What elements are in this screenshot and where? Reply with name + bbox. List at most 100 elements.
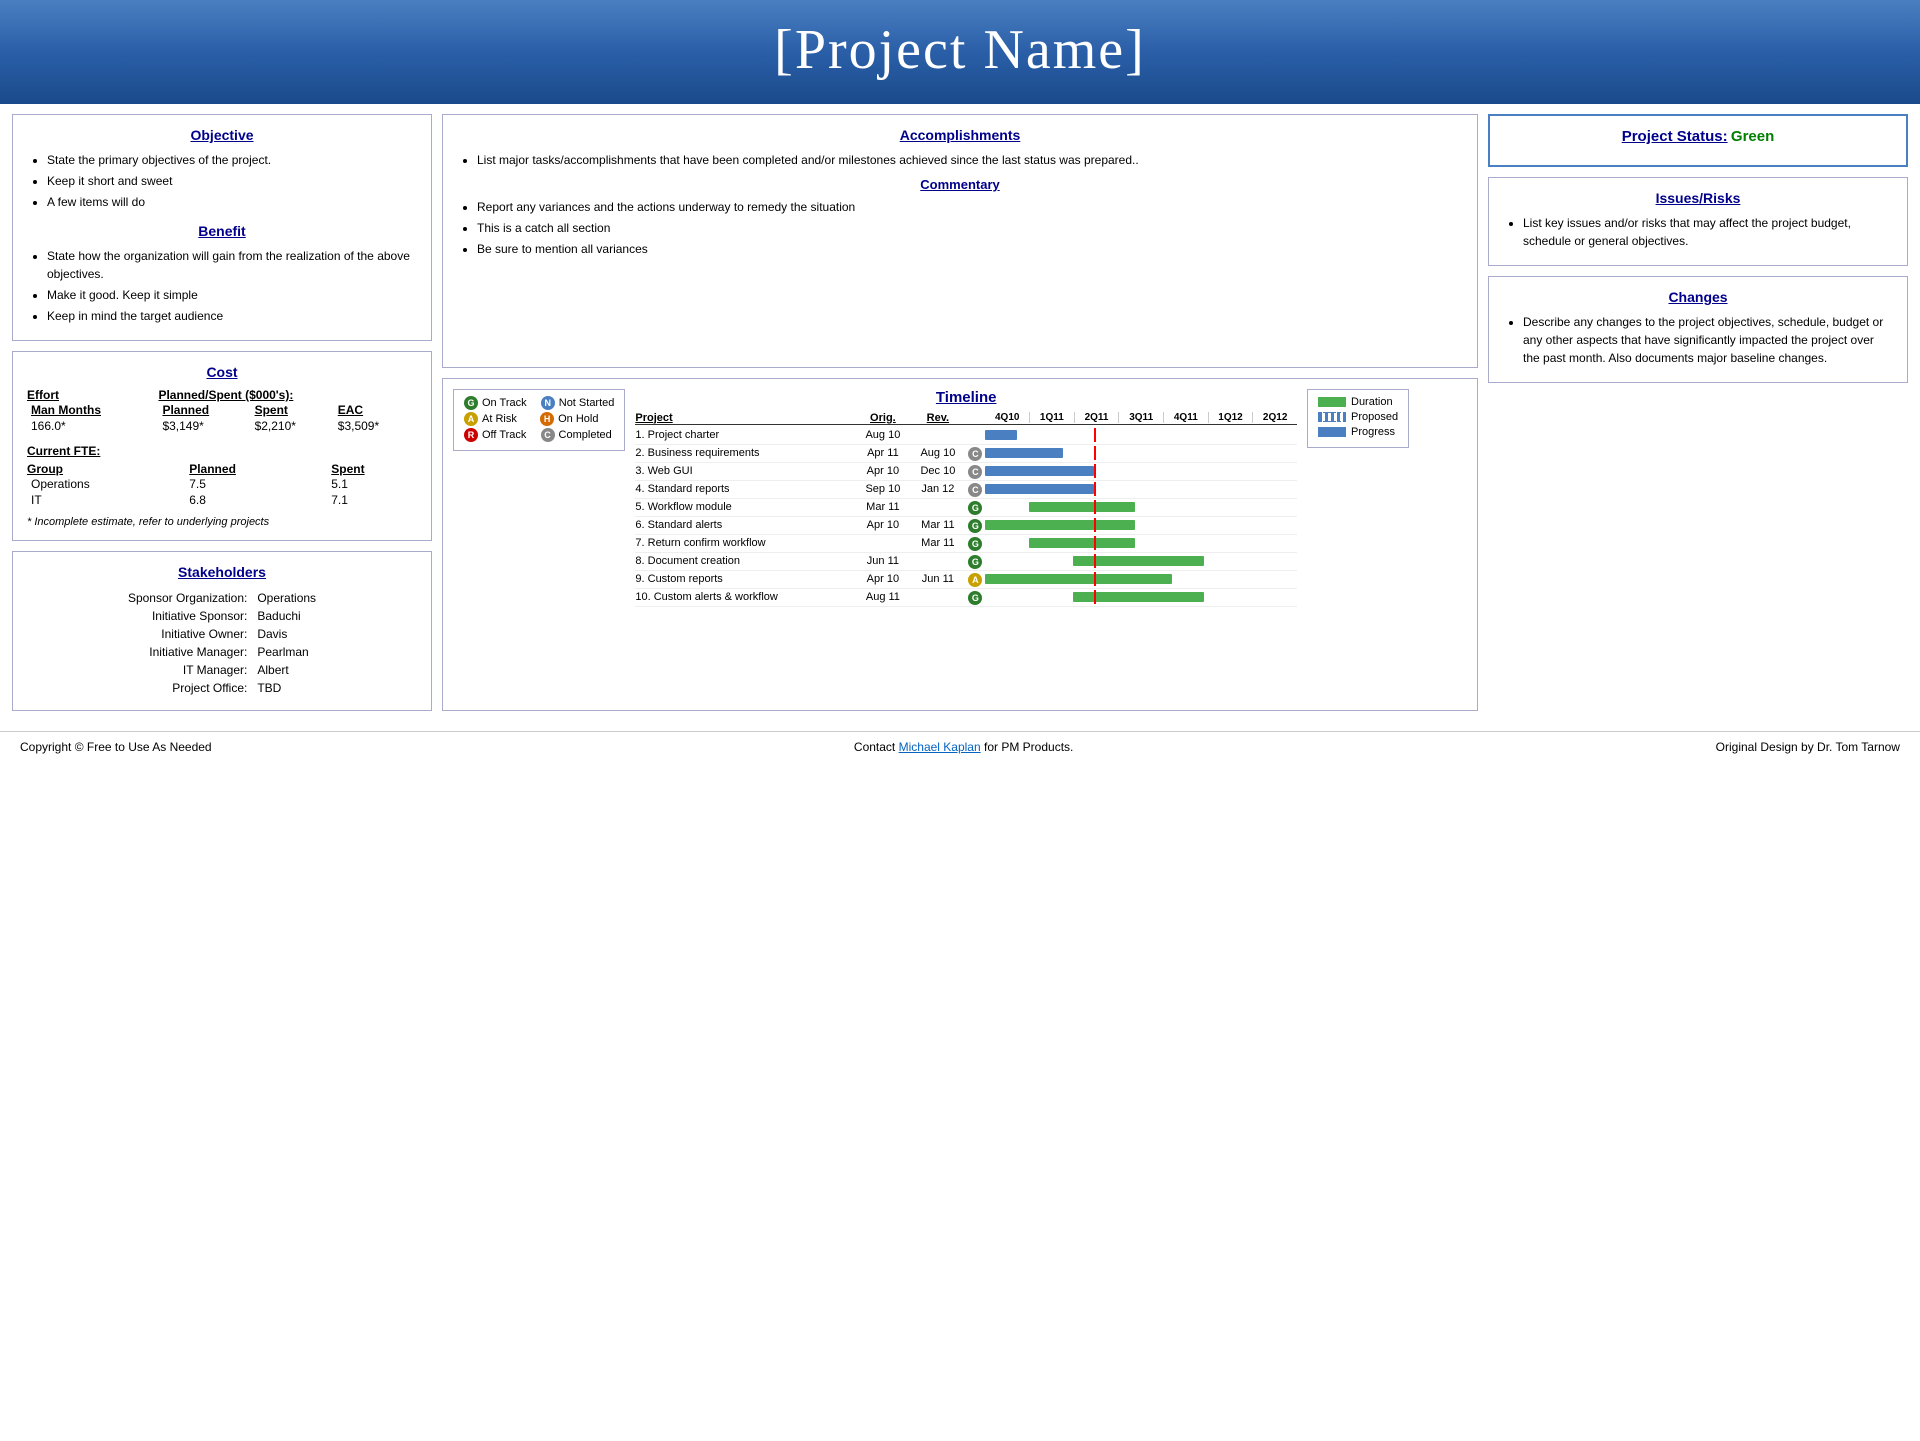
- on-hold-icon: H: [540, 412, 554, 426]
- objective-panel: Objective State the primary objectives o…: [12, 114, 432, 341]
- gantt-bar: [1073, 556, 1204, 566]
- val-planned: $3,149*: [158, 418, 250, 434]
- gantt-orig: Apr 10: [855, 465, 910, 477]
- list-item: State the primary objectives of the proj…: [47, 151, 417, 169]
- project-status-panel: Project Status: Green: [1488, 114, 1908, 167]
- gantt-col-project: Project: [635, 412, 855, 424]
- table-row: 7. Return confirm workflow Mar 11 G: [635, 535, 1297, 553]
- today-line: [1094, 572, 1096, 586]
- val-spent: $2,210*: [251, 418, 334, 434]
- quarter-1q11: 1Q11: [1030, 412, 1075, 423]
- fte-row-2-spent: 7.1: [311, 492, 417, 508]
- gantt-orig: Apr 11: [855, 447, 910, 459]
- proposed-swatch: [1318, 412, 1346, 422]
- gantt-bar-area: [985, 428, 1297, 442]
- cost-title: Cost: [27, 364, 417, 380]
- gantt-project-name: 2. Business requirements: [635, 447, 855, 459]
- stakeholder-label-4: IT Manager:: [124, 662, 251, 678]
- gantt-project-name: 10. Custom alerts & workflow: [635, 591, 855, 603]
- gantt-bar: [1029, 538, 1135, 548]
- dur-legend-proposed: Proposed: [1318, 411, 1398, 423]
- stakeholders-table: Sponsor Organization: Operations Initiat…: [122, 588, 322, 698]
- fte-row-1-spent: 5.1: [311, 476, 417, 492]
- quarter-4q10: 4Q10: [985, 412, 1030, 423]
- stakeholder-label-0: Sponsor Organization:: [124, 590, 251, 606]
- table-row: 5. Workflow module Mar 11 G: [635, 499, 1297, 517]
- stakeholders-panel: Stakeholders Sponsor Organization: Opera…: [12, 551, 432, 711]
- list-item: List major tasks/accomplishments that ha…: [477, 151, 1463, 169]
- issues-risks-panel: Issues/Risks List key issues and/or risk…: [1488, 177, 1908, 266]
- gantt-bar-area: [985, 572, 1297, 586]
- fte-row-1-planned: 7.5: [159, 476, 311, 492]
- footer-middle-prefix: Contact: [854, 740, 899, 754]
- today-line: [1094, 500, 1096, 514]
- col-man-months: Man Months: [27, 402, 158, 418]
- proposed-label: Proposed: [1351, 411, 1398, 423]
- dur-legend-duration: Duration: [1318, 396, 1398, 408]
- duration-label: Duration: [1351, 396, 1393, 408]
- project-status-label: Project Status:: [1622, 128, 1728, 145]
- accomplishments-list: List major tasks/accomplishments that ha…: [457, 151, 1463, 169]
- list-item: This is a catch all section: [477, 219, 1463, 237]
- footer-middle: Contact Michael Kaplan for PM Products.: [854, 740, 1073, 754]
- gantt-status: C: [965, 482, 985, 497]
- right-column: Project Status: Green Issues/Risks List …: [1488, 114, 1908, 711]
- timeline-legend-left: G On Track N Not Started A At Risk H On …: [453, 389, 625, 451]
- gantt-bar-area: [985, 500, 1297, 514]
- progress-swatch: [1318, 427, 1346, 437]
- gantt-rev: Jun 11: [910, 573, 965, 585]
- page-title: [Project Name]: [0, 18, 1920, 82]
- footer-right: Original Design by Dr. Tom Tarnow: [1716, 740, 1900, 754]
- timeline-chart-area: Timeline Project Orig. Rev. 4Q10 1Q11: [635, 389, 1297, 607]
- stakeholder-label-1: Initiative Sponsor:: [124, 608, 251, 624]
- stakeholder-value-3: Pearlman: [253, 644, 320, 660]
- fte-col-spent: Spent: [311, 462, 417, 476]
- fte-row-2-group: IT: [27, 492, 159, 508]
- val-eac: $3,509*: [334, 418, 417, 434]
- on-track-icon: G: [464, 396, 478, 410]
- footer-left: Copyright © Free to Use As Needed: [20, 740, 212, 754]
- issues-risks-title: Issues/Risks: [1503, 190, 1893, 206]
- gantt-status: G: [965, 518, 985, 533]
- today-line: [1094, 464, 1096, 478]
- duration-legend-box: Duration Proposed Progress: [1307, 389, 1409, 448]
- gantt-status: G: [965, 500, 985, 515]
- planned-spent-label: Planned/Spent ($000's):: [158, 388, 417, 402]
- table-row: Initiative Owner: Davis: [124, 626, 320, 642]
- dur-legend-progress: Progress: [1318, 426, 1398, 438]
- gantt-project-name: 1. Project charter: [635, 429, 855, 441]
- footer: Copyright © Free to Use As Needed Contac…: [0, 731, 1920, 762]
- commentary-title: Commentary: [457, 177, 1463, 192]
- list-item: State how the organization will gain fro…: [47, 247, 417, 283]
- gantt-bar: [985, 466, 1094, 476]
- gantt-bar: [985, 430, 1016, 440]
- gantt-status: G: [965, 536, 985, 551]
- cost-footnote: * Incomplete estimate, refer to underlyi…: [27, 516, 417, 528]
- fte-row-2-planned: 6.8: [159, 492, 311, 508]
- legend-item-at-risk: A At Risk H On Hold: [464, 412, 614, 426]
- quarter-4q11: 4Q11: [1164, 412, 1209, 423]
- table-row: Project Office: TBD: [124, 680, 320, 696]
- gantt-rev: Mar 11: [910, 537, 965, 549]
- gantt-orig: Apr 10: [855, 573, 910, 585]
- stakeholder-label-3: Initiative Manager:: [124, 644, 251, 660]
- today-line: [1094, 428, 1096, 442]
- on-hold-label: On Hold: [558, 413, 598, 425]
- stakeholder-value-0: Operations: [253, 590, 320, 606]
- gantt-status: G: [965, 590, 985, 605]
- footer-middle-suffix: for PM Products.: [981, 740, 1074, 754]
- legend-item-off-track: R Off Track C Completed: [464, 428, 614, 442]
- footer-middle-link[interactable]: Michael Kaplan: [899, 740, 981, 754]
- gantt-status: C: [965, 464, 985, 479]
- left-column: Objective State the primary objectives o…: [12, 114, 432, 711]
- not-started-icon: N: [541, 396, 555, 410]
- gantt-orig: Aug 11: [855, 591, 910, 603]
- at-risk-icon: A: [464, 412, 478, 426]
- gantt-orig: Jun 11: [855, 555, 910, 567]
- gantt-orig: Mar 11: [855, 501, 910, 513]
- gantt-rev: Dec 10: [910, 465, 965, 477]
- gantt-orig: Sep 10: [855, 483, 910, 495]
- quarter-2q11: 2Q11: [1075, 412, 1120, 423]
- table-row: 10. Custom alerts & workflow Aug 11 G: [635, 589, 1297, 607]
- today-line: [1094, 518, 1096, 532]
